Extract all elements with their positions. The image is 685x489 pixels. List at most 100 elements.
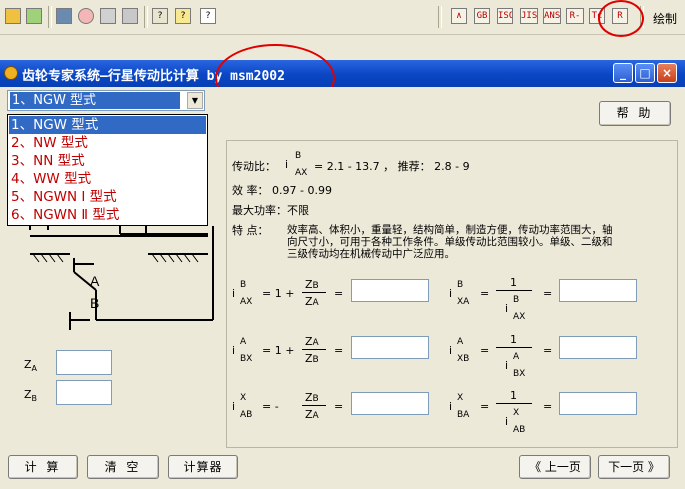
diagram-label-b: B	[90, 295, 99, 311]
type-select[interactable]: 1、NGW 型式 ▼	[7, 90, 205, 111]
formula-den: ZA	[305, 295, 319, 308]
type-dropdown-list: 1、NGW 型式 2、NW 型式 3、NN 型式 4、WW 型式 5、NGWN …	[7, 114, 208, 226]
fraction-bar	[302, 292, 326, 293]
zb-input[interactable]	[56, 380, 112, 405]
type-select-value: 1、NGW 型式	[10, 92, 180, 109]
calculate-button[interactable]: 计 算	[8, 455, 78, 479]
formula-one-plus: = 1 +	[262, 344, 295, 357]
formula-one: 1	[510, 389, 517, 402]
formula-sub: XA	[457, 297, 470, 307]
close-button[interactable]: ×	[657, 63, 677, 83]
ansi-standard-icon[interactable]: ANSI	[543, 8, 561, 24]
network-icon[interactable]	[78, 8, 94, 24]
formula-num: ZB	[305, 391, 319, 404]
ratio-symbol: i	[285, 158, 289, 171]
tools-icon[interactable]	[26, 8, 42, 24]
dropdown-item[interactable]: 6、NGWN Ⅱ 型式	[9, 206, 206, 224]
fraction-bar	[496, 290, 532, 291]
result-iAXB-input[interactable]	[559, 336, 637, 359]
ratio-label: 传动比：	[232, 160, 276, 173]
maximize-button[interactable]: □	[635, 63, 655, 83]
ratio-value: = 2.1 - 13.7 ， 推荐： 2.8 - 9	[314, 160, 470, 173]
formula-i: i	[505, 415, 509, 428]
document-icon[interactable]	[100, 8, 116, 24]
formula-eq: =	[334, 400, 344, 413]
formula-num: ZB	[305, 278, 319, 291]
formula-sub: BA	[457, 410, 470, 420]
gb-standard-icon[interactable]: GB	[474, 8, 490, 24]
formula-eq: =	[543, 400, 553, 413]
curve-icon[interactable]: ∧	[451, 8, 467, 24]
max-power-text: 最大功率：不限	[232, 204, 309, 217]
formula-sub: AB	[513, 425, 526, 435]
whats-this-icon[interactable]: ?	[152, 8, 168, 24]
dropdown-item[interactable]: 5、NGWN Ⅰ 型式	[9, 188, 206, 206]
fraction-bar	[496, 403, 532, 404]
fraction-bar	[302, 405, 326, 406]
clear-button[interactable]: 清 空	[87, 455, 159, 479]
formula-i: i	[505, 302, 509, 315]
formula-sup: B	[457, 280, 464, 290]
draw-menu-label[interactable]: 绘制	[653, 10, 677, 27]
result-iXAB-input[interactable]	[351, 392, 429, 415]
formula-i: i	[449, 287, 453, 300]
formula-eq: =	[480, 344, 490, 357]
formula-eq: =	[334, 287, 344, 300]
gear-icon[interactable]	[122, 8, 138, 24]
dropdown-item[interactable]: 1、NGW 型式	[9, 116, 206, 134]
formula-i: i	[449, 400, 453, 413]
feature-line: 三级传动均在机械传动中广泛应用。	[287, 248, 455, 260]
formula-i: i	[232, 287, 236, 300]
formula-sub: AX	[513, 312, 526, 322]
formula-eq: =	[480, 287, 490, 300]
formula-sup: X	[457, 393, 464, 403]
prev-page-button[interactable]: 《 上一页	[519, 455, 591, 479]
formula-sub: BX	[240, 354, 253, 364]
chevron-down-icon[interactable]: ▼	[187, 92, 203, 109]
formula-eq: =	[480, 400, 490, 413]
about-icon[interactable]: ?	[200, 8, 216, 24]
formula-sup: B	[240, 280, 247, 290]
annotation-circle-toolbar	[598, 0, 644, 37]
toolbar-separator	[48, 6, 52, 28]
gear-schematic-diagram: A B	[29, 212, 214, 330]
monitor-icon[interactable]	[56, 8, 72, 24]
formula-one-plus: = 1 +	[262, 287, 295, 300]
jis-standard-icon[interactable]: JIS	[520, 8, 538, 24]
rv-icon[interactable]: R-V	[566, 8, 584, 24]
dropdown-item[interactable]: 2、NW 型式	[9, 134, 206, 152]
formula-i: i	[232, 400, 236, 413]
next-page-button[interactable]: 下一页 》	[598, 455, 670, 479]
calculator-button[interactable]: 计算器	[168, 455, 238, 479]
result-iBXA-input[interactable]	[559, 279, 637, 302]
toolbar-separator	[144, 6, 148, 28]
za-input[interactable]	[56, 350, 112, 375]
open-folder-icon[interactable]	[5, 8, 21, 24]
help-button[interactable]: 帮 助	[599, 101, 671, 126]
formula-i: i	[449, 344, 453, 357]
formula-eq: =	[334, 344, 344, 357]
fraction-bar	[496, 347, 532, 348]
help-book-icon[interactable]: ?	[175, 8, 191, 24]
toolbar-separator	[438, 6, 442, 28]
formula-sup: B	[513, 295, 520, 305]
fraction-bar	[302, 349, 326, 350]
formula-sup: A	[240, 337, 247, 347]
feature-label: 特 点：	[232, 224, 269, 237]
formula-den: ZA	[305, 408, 319, 421]
formula-i: i	[505, 359, 509, 372]
dropdown-item[interactable]: 4、WW 型式	[9, 170, 206, 188]
formula-sup: A	[457, 337, 464, 347]
dropdown-item[interactable]: 3、NN 型式	[9, 152, 206, 170]
formula-sub: BX	[513, 369, 526, 379]
formula-eq: =	[543, 344, 553, 357]
result-iBAX-input[interactable]	[351, 279, 429, 302]
result-iXBA-input[interactable]	[559, 392, 637, 415]
efficiency-text: 效 率： 0.97 - 0.99	[232, 184, 332, 197]
result-iABX-input[interactable]	[351, 336, 429, 359]
formula-eq: =	[543, 287, 553, 300]
diagram-label-a: A	[90, 273, 100, 289]
iso-standard-icon[interactable]: ISO	[497, 8, 513, 24]
app-gear-icon	[4, 66, 18, 80]
minimize-button[interactable]: _	[613, 63, 633, 83]
